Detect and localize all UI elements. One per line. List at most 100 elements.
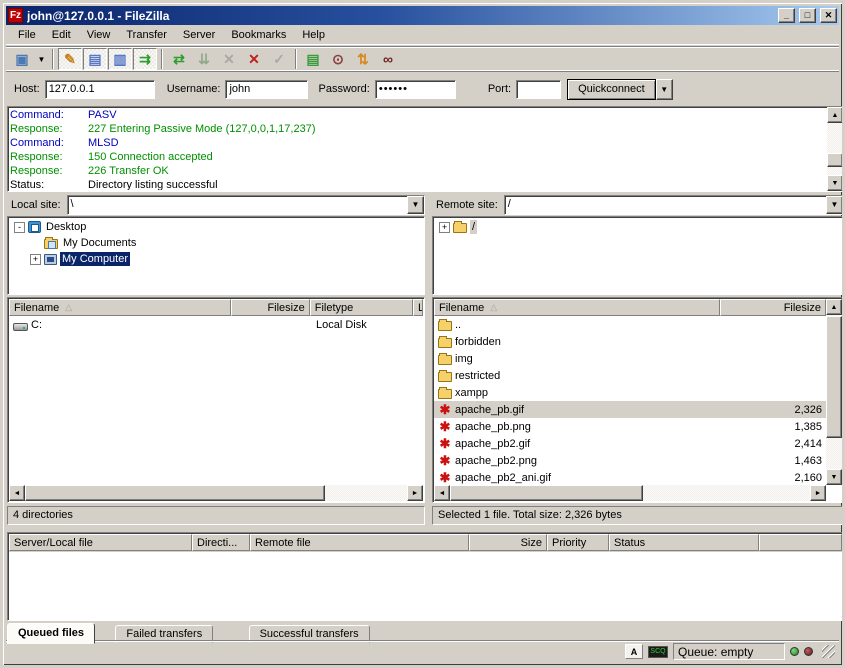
quickconnect-button[interactable]: Quickconnect — [567, 79, 656, 100]
queue-column-header-status[interactable]: Status — [609, 534, 759, 551]
toolbar-separator — [295, 49, 297, 69]
queue-column-header-remote-file[interactable]: Remote file — [250, 534, 469, 551]
tree-item-my-computer[interactable]: +My Computer — [8, 251, 424, 267]
directory-filter-icon[interactable]: ▤ — [301, 48, 325, 70]
refresh-icon[interactable]: ⇄ — [167, 48, 191, 70]
toolbar: ▣▼✎▤▥⇉⇄⇊✕✕✓▤⊙⇅∞ — [6, 46, 839, 72]
resize-grip[interactable] — [822, 645, 835, 658]
menu-item-transfer[interactable]: Transfer — [118, 26, 175, 44]
remote-horizontal-scrollbar[interactable]: ◄ ► — [434, 485, 826, 501]
toolbar-separator — [52, 49, 54, 69]
remote-column-header-filesize[interactable]: Filesize — [720, 299, 826, 316]
host-input[interactable] — [45, 80, 155, 99]
menu-item-file[interactable]: File — [10, 26, 44, 44]
maximize-button[interactable]: □ — [799, 8, 816, 23]
column-header-label: Filetype — [315, 302, 354, 314]
file-row[interactable]: xampp — [434, 384, 826, 401]
menu-item-edit[interactable]: Edit — [44, 26, 79, 44]
remote-scroll-thumb[interactable] — [450, 485, 643, 501]
scroll-right-icon[interactable]: ► — [407, 485, 423, 501]
file-row[interactable]: img — [434, 350, 826, 367]
file-row[interactable]: ✱apache_pb2.gif2,414 — [434, 435, 826, 452]
file-row[interactable]: ✱apache_pb.gif2,326 — [434, 401, 826, 418]
file-row[interactable]: .. — [434, 316, 826, 333]
log-scroll-thumb[interactable] — [827, 153, 843, 167]
speed-limit-icon[interactable]: SCQ — [648, 646, 668, 658]
expand-icon[interactable]: + — [30, 254, 41, 265]
file-row[interactable]: forbidden — [434, 333, 826, 350]
file-name-cell: restricted — [434, 367, 719, 384]
scroll-down-icon[interactable]: ▼ — [826, 469, 842, 485]
scroll-down-icon[interactable]: ▼ — [827, 175, 843, 191]
image-file-icon: ✱ — [438, 403, 452, 417]
tree-item-desktop[interactable]: -Desktop — [8, 219, 424, 235]
toggle-remote-tree-icon[interactable]: ▥ — [108, 48, 132, 70]
file-row[interactable]: C:Local Disk — [9, 316, 423, 333]
file-row[interactable]: restricted — [434, 367, 826, 384]
toggle-message-log-icon[interactable]: ✎ — [58, 48, 82, 70]
scroll-right-icon[interactable]: ► — [810, 485, 826, 501]
file-name-text: C: — [31, 319, 42, 331]
process-queue-icon[interactable]: ⇊ — [192, 48, 216, 70]
disconnect-icon[interactable]: ✕ — [242, 48, 266, 70]
file-name-text: apache_pb.png — [455, 421, 531, 433]
reconnect-icon[interactable]: ✓ — [267, 48, 291, 70]
file-row[interactable]: ✱apache_pb.png1,385 — [434, 418, 826, 435]
remote-vscroll-thumb[interactable] — [826, 316, 842, 438]
password-input[interactable] — [375, 80, 456, 99]
log-scrollbar[interactable]: ▲ ▼ — [827, 107, 843, 191]
scroll-left-icon[interactable]: ◄ — [434, 485, 450, 501]
remote-vertical-scrollbar[interactable]: ▲ ▼ — [826, 299, 842, 485]
scroll-up-icon[interactable]: ▲ — [827, 107, 843, 123]
local-site-combo[interactable]: \ ▼ — [67, 195, 425, 215]
remote-site-combo[interactable]: / ▼ — [504, 195, 844, 215]
cancel-operation-icon[interactable]: ✕ — [217, 48, 241, 70]
collapse-icon[interactable]: - — [14, 222, 25, 233]
sync-browsing-icon[interactable]: ⇅ — [351, 48, 375, 70]
file-search-icon[interactable]: ⊙ — [326, 48, 350, 70]
minimize-button[interactable]: _ — [778, 8, 795, 23]
column-header-label: Filename — [439, 302, 484, 314]
tree-item-my-documents[interactable]: +My Documents — [8, 235, 424, 251]
local-column-header-filename[interactable]: Filename△ — [9, 299, 231, 316]
file-name-cell: ✱apache_pb.gif — [434, 401, 719, 418]
tree-item--[interactable]: +/ — [433, 219, 843, 235]
image-file-icon: ✱ — [438, 471, 452, 485]
port-input[interactable] — [516, 80, 561, 99]
chevron-down-icon[interactable]: ▼ — [826, 196, 843, 214]
site-manager-icon[interactable]: ▣ — [10, 48, 34, 70]
queue-column-header-size[interactable]: Size — [469, 534, 547, 551]
local-site-label: Local site: — [11, 199, 61, 211]
close-button[interactable]: ✕ — [820, 8, 837, 23]
compare-directories-icon[interactable]: ∞ — [376, 48, 400, 70]
queue-column-header-directi-[interactable]: Directi... — [192, 534, 250, 551]
filezilla-app-icon[interactable]: Fz — [8, 8, 23, 23]
file-row[interactable]: ✱apache_pb2_ani.gif2,160 — [434, 469, 826, 485]
message-log-lines: Command:PASVResponse:227 Entering Passiv… — [10, 108, 826, 190]
local-column-header-filetype[interactable]: Filetype — [310, 299, 413, 316]
file-name-cell: img — [434, 350, 719, 367]
scroll-left-icon[interactable]: ◄ — [9, 485, 25, 501]
queue-column-header-priority[interactable]: Priority — [547, 534, 609, 551]
menu-item-help[interactable]: Help — [294, 26, 333, 44]
menu-item-server[interactable]: Server — [175, 26, 223, 44]
toolbar-dropdown-icon[interactable]: ▼ — [35, 48, 48, 70]
remote-column-header-filename[interactable]: Filename△ — [434, 299, 720, 316]
local-horizontal-scrollbar[interactable]: ◄ ► — [9, 485, 423, 501]
local-column-header-l[interactable]: L — [413, 299, 423, 316]
quickconnect-dropdown-button[interactable]: ▼ — [656, 79, 673, 100]
username-input[interactable] — [225, 80, 308, 99]
toggle-local-tree-icon[interactable]: ▤ — [83, 48, 107, 70]
menu-item-bookmarks[interactable]: Bookmarks — [223, 26, 294, 44]
expand-icon[interactable]: + — [439, 222, 450, 233]
menu-item-view[interactable]: View — [79, 26, 119, 44]
queue-column-header-server-local-file[interactable]: Server/Local file — [9, 534, 192, 551]
local-scroll-thumb[interactable] — [25, 485, 325, 501]
local-column-header-filesize[interactable]: Filesize — [231, 299, 309, 316]
toggle-queue-icon[interactable]: ⇉ — [133, 48, 157, 70]
tab-queued-files[interactable]: Queued files — [7, 623, 95, 644]
scroll-up-icon[interactable]: ▲ — [826, 299, 842, 315]
transfer-type-icon[interactable]: A — [625, 644, 643, 659]
file-row[interactable]: ✱apache_pb2.png1,463 — [434, 452, 826, 469]
chevron-down-icon[interactable]: ▼ — [407, 196, 424, 214]
